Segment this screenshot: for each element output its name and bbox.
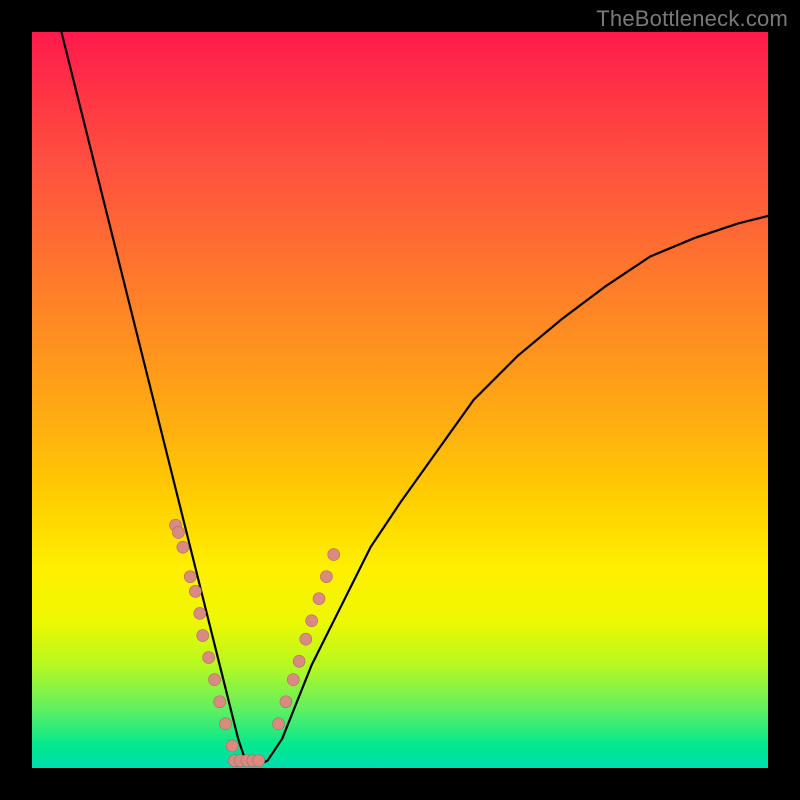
curve-svg — [32, 32, 768, 768]
data-marker — [313, 593, 325, 605]
data-marker — [300, 633, 312, 645]
data-marker — [194, 607, 206, 619]
plot-area — [32, 32, 768, 768]
data-marker — [320, 571, 332, 583]
data-marker — [177, 541, 189, 553]
data-marker — [293, 655, 305, 667]
data-marker — [209, 674, 221, 686]
bottleneck-curve — [61, 32, 768, 764]
data-marker — [328, 549, 340, 561]
data-marker — [306, 615, 318, 627]
data-marker — [172, 526, 184, 538]
marker-cluster-left — [170, 519, 239, 752]
watermark-text: TheBottleneck.com — [596, 6, 788, 32]
data-marker — [184, 571, 196, 583]
data-marker — [280, 696, 292, 708]
data-marker — [203, 652, 215, 664]
data-marker — [287, 674, 299, 686]
marker-cluster-bottom — [228, 755, 264, 767]
data-marker — [197, 630, 209, 642]
marker-cluster-right — [273, 549, 340, 730]
data-marker — [226, 740, 238, 752]
data-marker — [220, 718, 232, 730]
chart-frame: TheBottleneck.com — [0, 0, 800, 800]
data-marker — [189, 585, 201, 597]
data-marker — [214, 696, 226, 708]
data-marker — [253, 755, 265, 767]
data-marker — [273, 718, 285, 730]
